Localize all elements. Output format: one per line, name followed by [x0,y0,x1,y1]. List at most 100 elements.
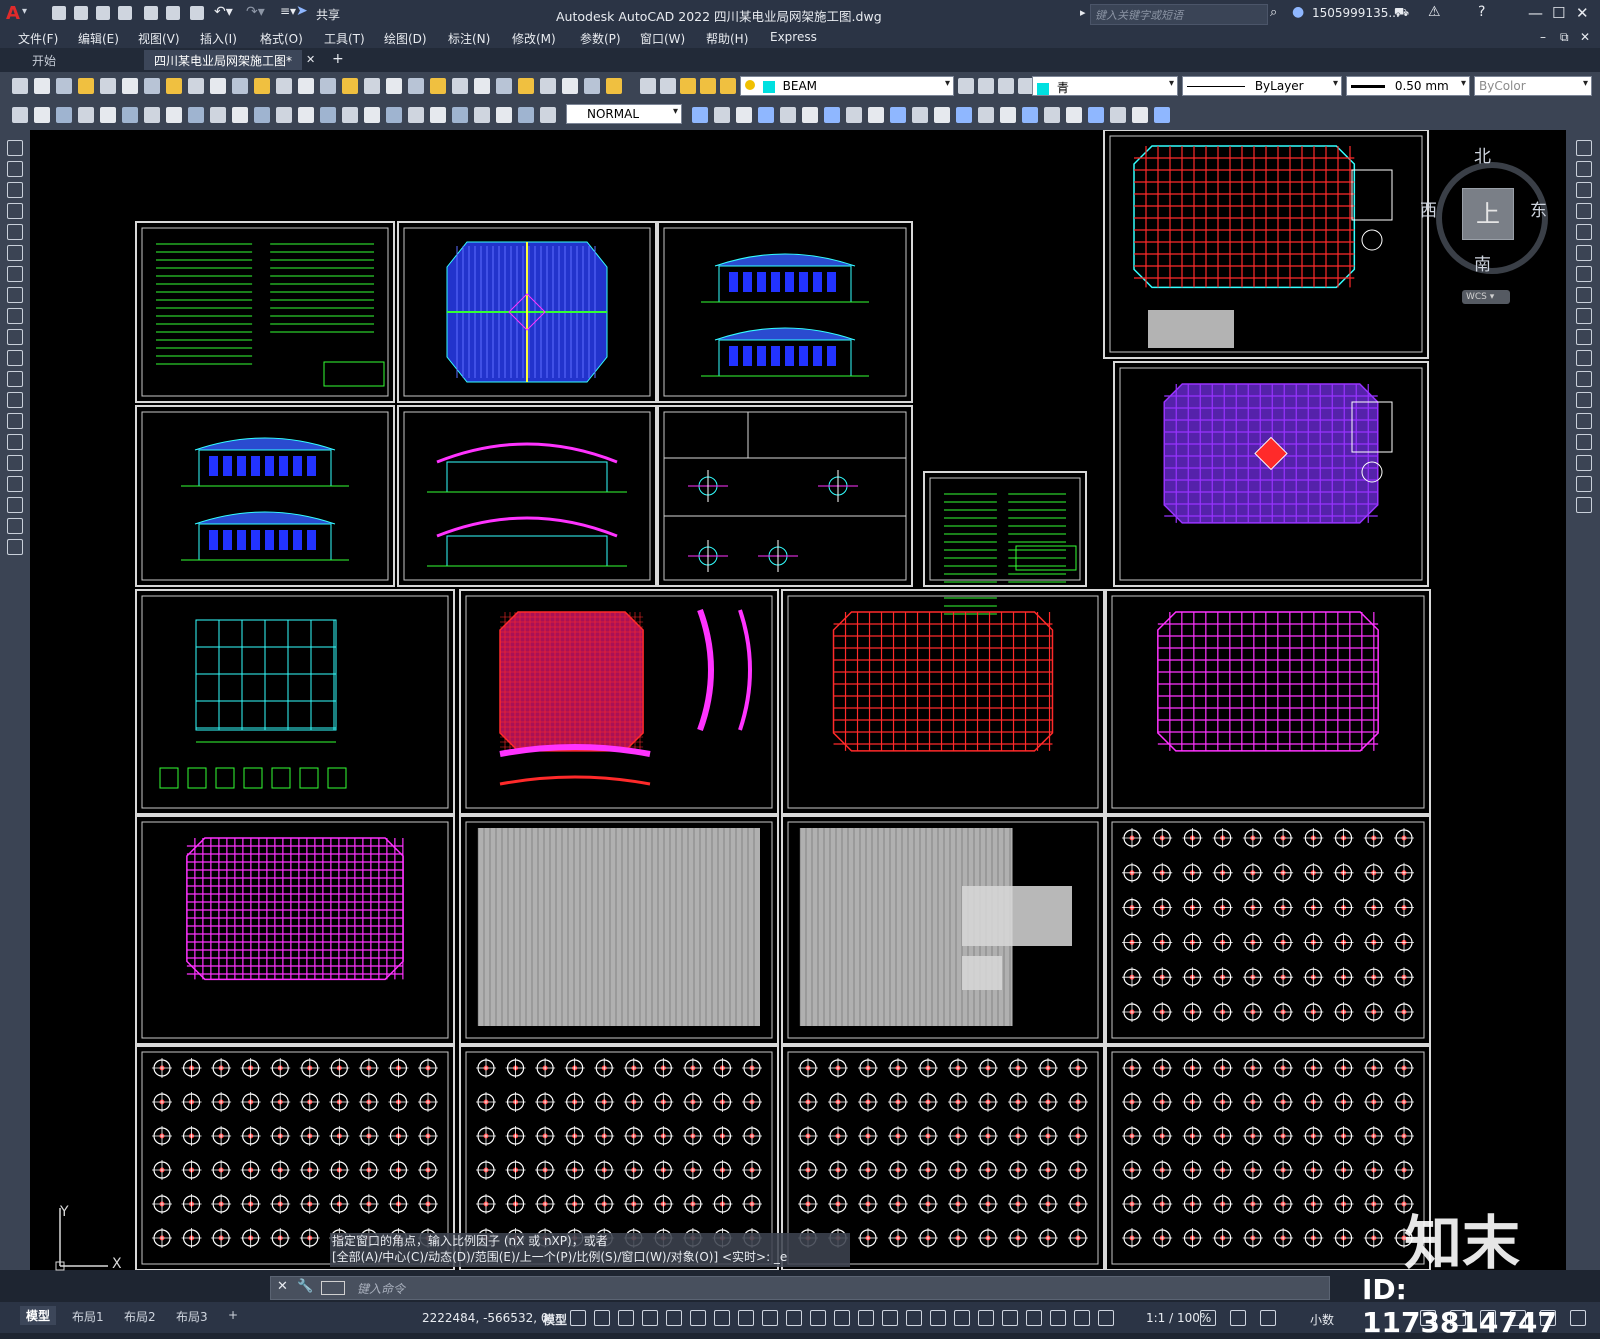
doc-minimize-icon[interactable]: – [1540,30,1546,44]
dimension-tool-icon[interactable] [144,107,160,123]
standard-tool-icon[interactable] [342,78,358,94]
tab-start[interactable]: 开始 [22,50,66,70]
plotstyle-combo[interactable]: ByColor ▾ [1474,76,1592,96]
draw-tool-icon[interactable] [7,266,23,282]
tab-drawing[interactable]: 四川某电业局网架施工图* [144,50,303,70]
standard-tool-icon[interactable] [56,78,72,94]
modify-tool-icon[interactable] [1088,107,1104,123]
doc-close-icon[interactable]: ✕ [1580,30,1590,44]
status-toggle-icon[interactable] [594,1310,610,1326]
dimension-tool-icon[interactable] [100,107,116,123]
modify-tool-icon[interactable] [1044,107,1060,123]
modify-tool-icon[interactable] [890,107,906,123]
modify-tool-icon[interactable] [1576,329,1592,345]
dimension-tool-icon[interactable] [540,107,556,123]
menu-help[interactable]: 帮助(H) [706,30,748,47]
draw-tool-icon[interactable] [7,203,23,219]
menu-dimension[interactable]: 标注(N) [448,30,490,47]
modify-tool-icon[interactable] [824,107,840,123]
compass-north[interactable]: 北 [1474,142,1491,167]
modify-tool-icon[interactable] [1576,182,1592,198]
modify-tool-icon[interactable] [1154,107,1170,123]
status-toggle-icon[interactable] [882,1310,898,1326]
menu-format[interactable]: 格式(O) [260,30,303,47]
minimize-icon[interactable]: — [1528,4,1543,22]
close-icon[interactable]: ✕ [1576,4,1589,22]
modify-tool-icon[interactable] [1576,245,1592,261]
draw-tool-icon[interactable] [7,539,23,555]
help-icon[interactable]: ? [1478,4,1485,20]
draw-tool-icon[interactable] [7,308,23,324]
command-input[interactable]: 键入命令 [357,1280,405,1297]
standard-tool-icon[interactable] [474,78,490,94]
modify-tool-icon[interactable] [1576,476,1592,492]
share-button[interactable]: 共享 [316,6,340,23]
layer-combo[interactable]: BEAM ▾ [740,76,954,96]
status-toggle-icon[interactable] [978,1310,994,1326]
wcs-menu[interactable]: WCS ▾ [1462,290,1510,304]
dimstyle-combo[interactable]: NORMAL ▾ [566,104,682,124]
standard-tool-icon[interactable] [430,78,446,94]
modify-tool-icon[interactable] [1110,107,1126,123]
tab-model[interactable]: 模型 [20,1306,57,1325]
dimension-tool-icon[interactable] [166,107,182,123]
draw-tool-icon[interactable] [7,287,23,303]
open-web-icon[interactable] [144,6,158,20]
close-command-icon[interactable]: ✕ [277,1279,288,1294]
status-toggle-icon[interactable] [618,1310,634,1326]
save-as-icon[interactable] [118,6,132,20]
status-toggle-icon[interactable] [690,1310,706,1326]
modify-tool-icon[interactable] [802,107,818,123]
standard-tool-icon[interactable] [166,78,182,94]
modify-tool-icon[interactable] [736,107,752,123]
status-toggle-icon[interactable] [930,1310,946,1326]
new-icon[interactable] [52,6,66,20]
menu-parametric[interactable]: 参数(P) [580,30,621,47]
modify-tool-icon[interactable] [1576,434,1592,450]
dimension-tool-icon[interactable] [364,107,380,123]
layer-tool-icon[interactable] [958,78,974,94]
save-icon[interactable] [96,6,110,20]
standard-tool-icon[interactable] [496,78,512,94]
view-cube-top-face[interactable]: 上 [1462,188,1514,240]
modify-tool-icon[interactable] [934,107,950,123]
standard-tool-icon[interactable] [562,78,578,94]
save-web-icon[interactable] [166,6,180,20]
dimension-tool-icon[interactable] [430,107,446,123]
status-toggle-icon[interactable] [834,1310,850,1326]
customize-qat-icon[interactable]: ≡▾ [280,4,296,18]
draw-tool-icon[interactable] [7,497,23,513]
standard-tool-icon[interactable] [606,78,622,94]
modify-tool-icon[interactable] [1576,203,1592,219]
menu-express[interactable]: Express [770,30,817,44]
modify-tool-icon[interactable] [868,107,884,123]
status-toggle-icon[interactable] [858,1310,874,1326]
autodesk-app-icon[interactable]: ⚠ [1428,4,1441,20]
modify-tool-icon[interactable] [1132,107,1148,123]
customize-command-icon[interactable]: 🔧 [297,1279,313,1294]
status-toggle-icon[interactable] [906,1310,922,1326]
standard-tool-icon[interactable] [100,78,116,94]
status-tool-icon[interactable] [1260,1310,1276,1326]
draw-tool-icon[interactable] [7,371,23,387]
standard-tool-icon[interactable] [320,78,336,94]
menu-window[interactable]: 窗口(W) [640,30,685,47]
add-layout-icon[interactable]: + [228,1308,238,1322]
user-name[interactable]: 1505999135... [1312,6,1400,20]
draw-tool-icon[interactable] [7,413,23,429]
dimension-tool-icon[interactable] [518,107,534,123]
status-toggle-icon[interactable] [738,1310,754,1326]
standard-tool-icon[interactable] [144,78,160,94]
standard-tool-icon[interactable] [408,78,424,94]
standard-tool-icon[interactable] [452,78,468,94]
layer-state-icon[interactable] [720,78,736,94]
lineweight-combo[interactable]: 0.50 mm ▾ [1346,76,1470,96]
linetype-combo[interactable]: ByLayer ▾ [1182,76,1342,96]
standard-tool-icon[interactable] [386,78,402,94]
modify-tool-icon[interactable] [1576,392,1592,408]
modify-tool-icon[interactable] [1576,497,1592,513]
standard-tool-icon[interactable] [254,78,270,94]
search-icon[interactable]: ⌕ [1270,5,1277,20]
standard-tool-icon[interactable] [78,78,94,94]
tab-layout2[interactable]: 布局2 [124,1308,156,1325]
